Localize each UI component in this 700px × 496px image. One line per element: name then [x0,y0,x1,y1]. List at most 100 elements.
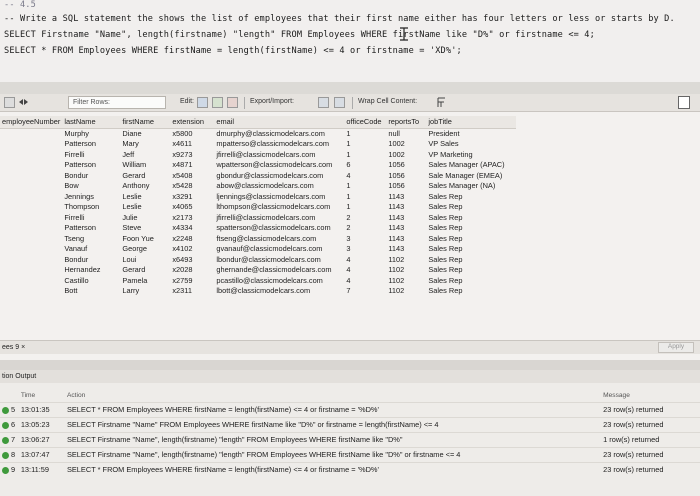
table-cell[interactable]: 1 [344,139,386,150]
table-cell[interactable]: Bondur [62,254,120,265]
table-cell[interactable]: Sales Manager (NA) [426,181,516,192]
table-row[interactable]: Tseng Foon Yue x2248 ftseng@classicmodelcar… [0,233,516,244]
table-cell[interactable] [0,244,62,255]
table-cell[interactable]: 1056 [386,160,426,171]
table-cell[interactable]: William [120,160,170,171]
table-cell[interactable]: x5800 [170,128,214,139]
table-cell[interactable]: Castillo [62,275,120,286]
table-cell[interactable]: spatterson@classicmodelcars.com [214,223,344,234]
table-cell[interactable]: 4 [344,170,386,181]
apply-button[interactable]: Apply [658,342,694,353]
table-row[interactable]: Jennings Leslie x3291 ljennings@classicmode… [0,191,516,202]
table-cell[interactable]: 1143 [386,212,426,223]
table-cell[interactable] [0,265,62,276]
arrows-icon[interactable] [18,97,29,108]
table-cell[interactable]: Sales Rep [426,223,516,234]
table-row[interactable]: Thompson Leslie x4065 lthompson@classicmode… [0,202,516,213]
table-cell[interactable]: VP Marketing [426,149,516,160]
table-cell[interactable] [0,170,62,181]
table-cell[interactable]: 2 [344,212,386,223]
table-cell[interactable]: Tseng [62,233,120,244]
table-cell[interactable]: Patterson [62,160,120,171]
table-cell[interactable] [0,191,62,202]
table-cell[interactable] [0,202,62,213]
table-cell[interactable]: 3 [344,233,386,244]
table-cell[interactable]: 1143 [386,191,426,202]
delete-row-icon[interactable] [227,97,238,108]
table-cell[interactable]: Mary [120,139,170,150]
table-cell[interactable]: Steve [120,223,170,234]
table-cell[interactable]: 1 [344,128,386,139]
table-cell[interactable] [0,233,62,244]
table-cell[interactable]: Larry [120,286,170,297]
table-cell[interactable]: Patterson [62,223,120,234]
table-cell[interactable]: 1002 [386,139,426,150]
table-cell[interactable]: ljennings@classicmodelcars.com [214,191,344,202]
table-cell[interactable]: VP Sales [426,139,516,150]
table-cell[interactable]: x6493 [170,254,214,265]
table-cell[interactable]: 2 [344,223,386,234]
table-cell[interactable] [0,160,62,171]
log-row[interactable]: 6 13:05:23 SELECT Firstname "Name" FROM Em… [0,416,700,432]
table-cell[interactable]: Julie [120,212,170,223]
table-cell[interactable]: 1056 [386,170,426,181]
table-cell[interactable]: Murphy [62,128,120,139]
log-row[interactable]: 5 13:01:35 SELECT * FROM Employees WHERE f… [0,401,700,417]
table-cell[interactable] [0,223,62,234]
table-row[interactable]: Patterson William x4871 wpatterson@classicm… [0,160,516,171]
table-cell[interactable]: Leslie [120,191,170,202]
table-cell[interactable]: x3291 [170,191,214,202]
table-row[interactable]: Bow Anthony x5428 abow@classicmodelcars.com… [0,181,516,192]
sql-editor[interactable]: -- 4.5 -- Write a SQL statement the show… [0,0,700,82]
table-cell[interactable]: Loui [120,254,170,265]
edit-row-icon[interactable] [197,97,208,108]
table-row[interactable]: Bott Larry x2311 lbott@classicmodelcars.com… [0,286,516,297]
table-cell[interactable]: dmurphy@classicmodelcars.com [214,128,344,139]
result-tab[interactable]: ees 9 × [2,344,25,351]
table-cell[interactable]: 1102 [386,286,426,297]
table-cell[interactable]: Diane [120,128,170,139]
table-cell[interactable]: Sales Manager (APAC) [426,160,516,171]
table-cell[interactable]: Bott [62,286,120,297]
table-cell[interactable]: Firrelli [62,212,120,223]
table-cell[interactable]: 6 [344,160,386,171]
table-cell[interactable]: lbott@classicmodelcars.com [214,286,344,297]
table-cell[interactable]: Bow [62,181,120,192]
editor-line-query-2[interactable]: SELECT * FROM Employees WHERE firstName … [4,46,462,56]
table-cell[interactable]: Gerard [120,170,170,181]
table-cell[interactable]: 1143 [386,244,426,255]
table-cell[interactable]: Jennings [62,191,120,202]
table-cell[interactable]: Thompson [62,202,120,213]
table-cell[interactable]: Anthony [120,181,170,192]
log-row[interactable]: 7 13:06:27 SELECT Firstname "Name", length… [0,431,700,447]
table-row[interactable]: Bondur Gerard x5408 gbondur@classicmodelcar… [0,170,516,181]
log-row[interactable]: 9 13:11:59 SELECT * FROM Employees WHERE f… [0,461,700,477]
table-cell[interactable]: 4 [344,254,386,265]
table-cell[interactable]: 1102 [386,254,426,265]
table-cell[interactable]: 1 [344,191,386,202]
log-row[interactable]: 8 13:07:47 SELECT Firstname "Name", length… [0,446,700,462]
table-cell[interactable]: Jeff [120,149,170,160]
table-cell[interactable]: 3 [344,244,386,255]
table-cell[interactable]: Leslie [120,202,170,213]
table-cell[interactable]: 4 [344,265,386,276]
table-cell[interactable]: Hernandez [62,265,120,276]
table-cell[interactable]: x4065 [170,202,214,213]
table-row[interactable]: Murphy Diane x5800 dmurphy@classicmodelcars… [0,128,516,139]
add-row-icon[interactable] [212,97,223,108]
table-cell[interactable]: 1056 [386,181,426,192]
table-cell[interactable]: Pamela [120,275,170,286]
table-cell[interactable]: 1002 [386,149,426,160]
column-header[interactable]: lastName [62,116,121,129]
table-cell[interactable]: x2759 [170,275,214,286]
table-cell[interactable]: Gerard [120,265,170,276]
table-cell[interactable]: Firrelli [62,149,120,160]
table-cell[interactable]: Sales Rep [426,265,516,276]
editor-line-query-1[interactable]: SELECT Firstname "Name", length(firstnam… [4,30,595,40]
table-row[interactable]: Firrelli Jeff x9273 jfirrelli@classicmodelc… [0,149,516,160]
table-cell[interactable] [0,212,62,223]
import-icon[interactable] [334,97,345,108]
table-row[interactable]: Patterson Mary x4611 mpatterso@classicmodel… [0,139,516,150]
table-cell[interactable]: x5428 [170,181,214,192]
export-icon[interactable] [318,97,329,108]
